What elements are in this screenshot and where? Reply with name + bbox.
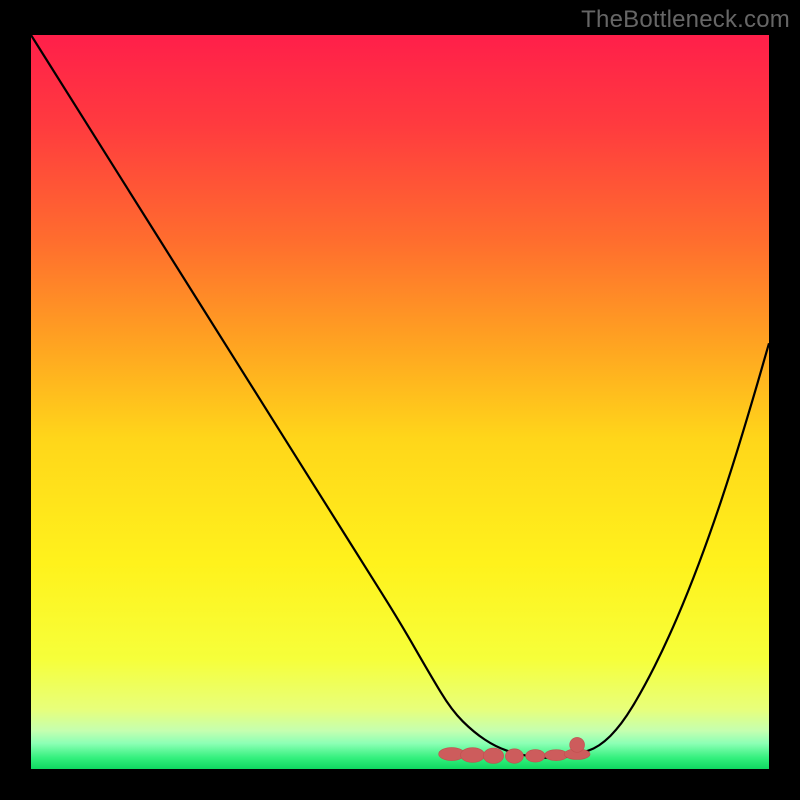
chart-container: TheBottleneck.com — [0, 0, 800, 800]
optimal-zone-dot — [570, 737, 585, 752]
optimal-zone-blob — [526, 750, 545, 763]
optimal-zone-blob — [505, 749, 523, 763]
bottleneck-curve-plot — [31, 35, 769, 769]
optimal-zone-blob — [460, 748, 484, 763]
optimal-zone-blob — [483, 748, 503, 763]
watermark-text: TheBottleneck.com — [581, 6, 790, 34]
